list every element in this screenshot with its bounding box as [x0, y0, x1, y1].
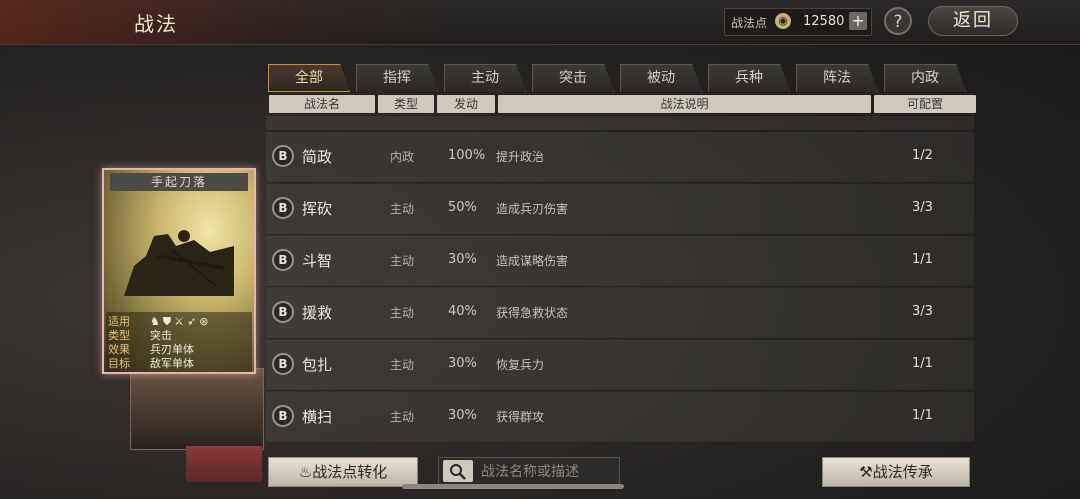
tactic-points-value: 12580	[803, 14, 845, 29]
list-item[interactable]: B 简政 内政 100% 提升政治 1/2	[266, 132, 974, 183]
card-info-key: 目标	[108, 357, 130, 370]
back-button[interactable]: 返回	[928, 6, 1018, 36]
card-info-value: 突击	[150, 329, 172, 342]
tab-passive[interactable]: 被动	[620, 64, 702, 92]
grade-badge: B	[272, 197, 294, 219]
search-button[interactable]	[443, 460, 473, 482]
tactic-type: 主动	[390, 254, 415, 268]
top-bar: 战法 战法点 ◉ 12580 + ? 返回	[0, 0, 1080, 45]
tactic-rate: 30%	[448, 252, 477, 267]
add-points-button[interactable]: +	[849, 12, 867, 30]
column-header-desc: 战法说明	[498, 95, 871, 113]
tactic-name: 挥砍	[302, 200, 333, 218]
tactic-name: 横扫	[302, 408, 333, 426]
tactic-desc: 获得急救状态	[496, 306, 569, 320]
tactic-name: 包扎	[302, 356, 333, 374]
card-stack-back	[130, 368, 264, 450]
tactic-name: 斗智	[302, 252, 333, 270]
page-title: 战法	[134, 12, 178, 36]
tactic-list[interactable]: B 简政 内政 100% 提升政治 1/2 B 挥砍 主动 50% 造成兵刃伤害…	[266, 116, 974, 446]
card-info-key: 效果	[108, 343, 130, 356]
column-header-name[interactable]: 战法名	[269, 95, 375, 113]
search-icon	[450, 464, 466, 480]
tactic-config: 1/2	[912, 148, 933, 163]
column-header-rate[interactable]: 发动	[437, 95, 495, 113]
tactic-rate: 30%	[448, 408, 477, 423]
tactic-rate: 100%	[448, 148, 486, 163]
grade-badge: B	[272, 301, 294, 323]
tactic-points-label: 战法点	[731, 16, 768, 30]
tactic-card[interactable]: 手起刀落 适用 ♞⛊⚔➶⊛ 类型 突击 效果 兵刃单体 目标 敌军单体	[102, 168, 256, 374]
tab-assault[interactable]: 突击	[532, 64, 614, 92]
list-item[interactable]: B 包扎 主动 30% 恢复兵力 1/1	[266, 340, 974, 391]
tactic-desc: 获得群攻	[496, 410, 545, 424]
list-item[interactable]: B 援救 主动 40% 获得急救状态 3/3	[266, 288, 974, 339]
column-header-type[interactable]: 类型	[378, 95, 434, 113]
list-item[interactable]: B 挥砍 主动 50% 造成兵刃伤害 3/3	[266, 184, 974, 235]
tactic-desc: 提升政治	[496, 150, 545, 164]
list-item[interactable]: B 横扫 主动 30% 获得群攻 1/1	[266, 392, 974, 443]
tactic-type: 内政	[390, 150, 415, 164]
tab-internal[interactable]: 内政	[884, 64, 966, 92]
tactic-type: 主动	[390, 202, 415, 216]
list-item[interactable]: B 斗智 主动 30% 造成谋略伤害 1/1	[266, 236, 974, 287]
card-stack-back-red	[186, 446, 262, 482]
troop-type-icons: ♞⛊⚔➶⊛	[150, 315, 212, 328]
tactic-desc: 造成兵刃伤害	[496, 202, 569, 216]
tactic-rate: 50%	[448, 200, 477, 215]
search-input[interactable]	[479, 460, 619, 484]
search-box[interactable]	[438, 457, 620, 485]
grade-badge: B	[272, 145, 294, 167]
title-glow	[0, 0, 460, 44]
help-button[interactable]: ?	[884, 7, 912, 35]
tactic-type: 主动	[390, 410, 415, 424]
card-info: 适用 ♞⛊⚔➶⊛ 类型 突击 效果 兵刃单体 目标 敌军单体	[106, 312, 252, 372]
tactic-name: 援救	[302, 304, 333, 322]
tab-active[interactable]: 主动	[444, 64, 526, 92]
tactic-points-display: 战法点 ◉ 12580 +	[724, 8, 872, 36]
hammer-icon: ⚒	[859, 463, 873, 481]
card-info-value: 兵刃单体	[150, 343, 194, 356]
points-coin-icon: ◉	[775, 13, 791, 29]
tab-troop[interactable]: 兵种	[708, 64, 790, 92]
tactic-type: 主动	[390, 358, 415, 372]
tab-formation[interactable]: 阵法	[796, 64, 878, 92]
tactic-config: 3/3	[912, 304, 933, 319]
card-info-key: 适用	[108, 315, 130, 328]
grade-badge: B	[272, 249, 294, 271]
grade-badge: B	[272, 353, 294, 375]
home-indicator	[402, 484, 624, 489]
grade-badge: B	[272, 405, 294, 427]
tab-all[interactable]: 全部	[268, 64, 350, 92]
tab-command[interactable]: 指挥	[356, 64, 438, 92]
tactic-type: 主动	[390, 306, 415, 320]
flame-icon: ♨	[298, 463, 313, 481]
tactic-rate: 30%	[448, 356, 477, 371]
convert-points-button[interactable]: ♨战法点转化	[268, 457, 418, 487]
tactic-config: 1/1	[912, 356, 933, 371]
tactic-desc: 造成谋略伤害	[496, 254, 569, 268]
card-title: 手起刀落	[110, 173, 248, 191]
tactic-desc: 恢复兵力	[496, 358, 545, 372]
tactic-name: 简政	[302, 148, 333, 166]
card-info-value: 敌军单体	[150, 357, 194, 370]
tactic-rate: 40%	[448, 304, 477, 319]
inherit-tactic-label: 战法传承	[872, 463, 933, 481]
convert-points-label: 战法点转化	[312, 463, 388, 481]
tactic-config: 1/1	[912, 408, 933, 423]
list-item-partial[interactable]	[266, 116, 974, 131]
card-info-key: 类型	[108, 329, 130, 342]
inherit-tactic-button[interactable]: ⚒战法传承	[822, 457, 970, 487]
tactic-config: 3/3	[912, 200, 933, 215]
warrior-art-icon	[124, 230, 234, 296]
tactic-config: 1/1	[912, 252, 933, 267]
column-header-config[interactable]: 可配置	[874, 95, 976, 113]
